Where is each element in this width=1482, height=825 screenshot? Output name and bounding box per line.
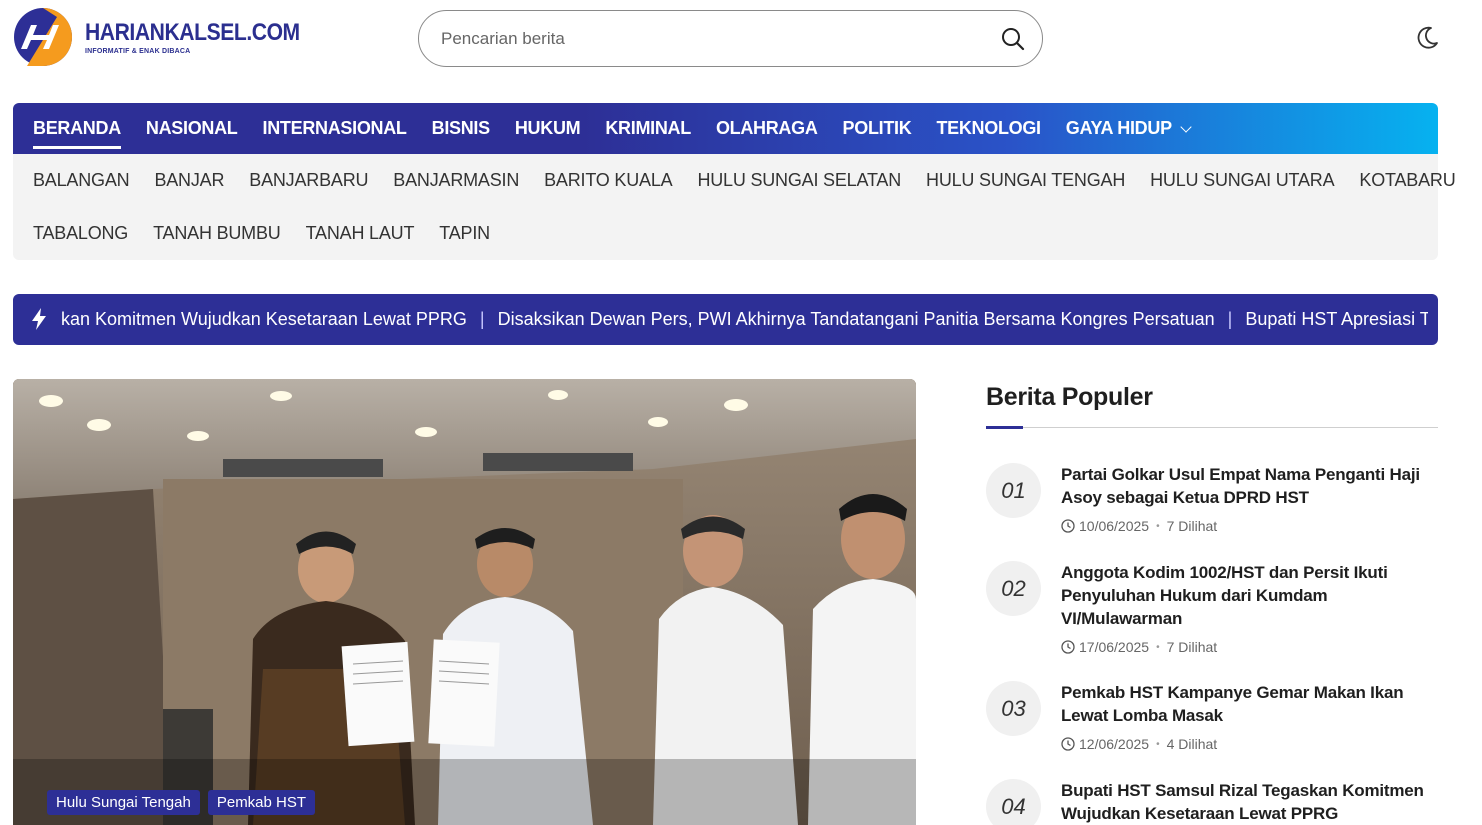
moon-icon[interactable]	[1413, 24, 1441, 52]
popular-item-date: 12/06/2025	[1079, 736, 1150, 752]
region-item-tanah-bumbu[interactable]: TANAH BUMBU	[153, 223, 281, 244]
popular-item-date: 10/06/2025	[1079, 518, 1150, 534]
popular-item-date: 17/06/2025	[1079, 639, 1150, 655]
region-item-tapin[interactable]: TAPIN	[439, 223, 490, 244]
ticker-separator: |	[479, 309, 485, 329]
logo-name: HARIANKALSEL.COM	[85, 19, 300, 46]
tag-hulu-sungai-tengah[interactable]: Hulu Sungai Tengah	[47, 790, 200, 815]
nav-item-hukum[interactable]: HUKUM	[515, 103, 581, 154]
popular-rank: 04	[986, 779, 1041, 825]
popular-rank: 03	[986, 681, 1041, 736]
region-nav-row: TABALONG TANAH BUMBU TANAH LAUT TAPIN	[13, 207, 1438, 260]
popular-item-views: 4 Dilihat	[1166, 736, 1218, 752]
popular-item-views: 7 Dilihat	[1166, 639, 1218, 655]
site-header: HARIANKALSEL.COM INFORMATIF & ENAK DIBAC…	[0, 0, 1482, 103]
nav-item-politik[interactable]: POLITIK	[843, 103, 912, 154]
region-item-tanah-laut[interactable]: TANAH LAUT	[306, 223, 415, 244]
region-item-banjar[interactable]: BANJAR	[154, 170, 224, 191]
nav-item-gaya-hidup[interactable]: GAYA HIDUP	[1065, 103, 1192, 154]
search-bar	[418, 10, 1043, 67]
region-item-barito-kuala[interactable]: BARITO KUALA	[544, 170, 673, 191]
region-nav-row: BALANGAN BANJAR BANJARBARU BANJARMASIN B…	[13, 154, 1456, 207]
region-item-balangan[interactable]: BALANGAN	[33, 170, 130, 191]
popular-item-meta: 17/06/2025 • 7 Dilihat	[1061, 639, 1438, 655]
region-item-banjarmasin[interactable]: BANJARMASIN	[393, 170, 519, 191]
popular-rank: 02	[986, 561, 1041, 616]
clock-icon	[1061, 519, 1075, 533]
nav-item-kriminal[interactable]: KRIMINAL	[605, 103, 691, 154]
clock-icon	[1061, 640, 1075, 654]
nav-item-teknologi[interactable]: TEKNOLOGI	[936, 103, 1041, 154]
search-icon[interactable]	[1000, 26, 1026, 52]
news-ticker: kan Komitmen Wujudkan Kesetaraan Lewat P…	[13, 294, 1438, 345]
region-nav: BALANGAN BANJAR BANJARBARU BANJARMASIN B…	[13, 154, 1456, 260]
featured-article-image[interactable]: Hulu Sungai Tengah Pemkab HST	[13, 379, 916, 825]
popular-item-title[interactable]: Bupati HST Samsul Rizal Tegaskan Komitme…	[1061, 779, 1438, 825]
region-item-kotabaru[interactable]: KOTABARU	[1359, 170, 1455, 191]
ticker-separator: |	[1227, 309, 1233, 329]
nav-item-beranda[interactable]: BERANDA	[33, 103, 121, 154]
nav-item-nasional[interactable]: NASIONAL	[146, 103, 238, 154]
title-divider	[986, 426, 1438, 429]
tag-pemkab-hst[interactable]: Pemkab HST	[207, 790, 316, 815]
lightning-icon	[31, 308, 47, 330]
popular-item-title[interactable]: Anggota Kodim 1002/HST dan Persit Ikuti …	[1061, 561, 1438, 630]
site-logo[interactable]: HARIANKALSEL.COM INFORMATIF & ENAK DIBAC…	[13, 7, 329, 67]
nav-item-internasional[interactable]: INTERNASIONAL	[263, 103, 407, 154]
region-item-hulu-sungai-utara[interactable]: HULU SUNGAI UTARA	[1150, 170, 1334, 191]
article-tags: Hulu Sungai Tengah Pemkab HST	[47, 790, 323, 815]
nav-item-olahraga[interactable]: OLAHRAGA	[716, 103, 818, 154]
region-item-hulu-sungai-tengah[interactable]: HULU SUNGAI TENGAH	[926, 170, 1125, 191]
nav-item-gaya-hidup-label: GAYA HIDUP	[1065, 118, 1172, 138]
region-item-banjarbaru[interactable]: BANJARBARU	[249, 170, 368, 191]
nav-item-bisnis[interactable]: BISNIS	[432, 103, 491, 154]
popular-item-meta: 12/06/2025 • 4 Dilihat	[1061, 736, 1438, 752]
logo-mark-icon	[13, 7, 73, 67]
ticker-item[interactable]: Disaksikan Dewan Pers, PWI Akhirnya Tand…	[498, 294, 1215, 345]
main-nav: BERANDA NASIONAL INTERNASIONAL BISNIS HU…	[13, 103, 1438, 154]
region-item-tabalong[interactable]: TABALONG	[33, 223, 128, 244]
ticker-item[interactable]: Bupati HST Apresiasi Tiga Pen	[1245, 294, 1428, 345]
region-item-hulu-sungai-selatan[interactable]: HULU SUNGAI SELATAN	[697, 170, 901, 191]
ticker-item[interactable]: kan Komitmen Wujudkan Kesetaraan Lewat P…	[61, 294, 467, 345]
popular-item-views: 7 Dilihat	[1166, 518, 1218, 534]
logo-tagline: INFORMATIF & ENAK DIBACA	[85, 48, 191, 55]
popular-news-sidebar: Berita Populer 01 Partai Golkar Usul Emp…	[986, 379, 1438, 825]
chevron-down-icon	[1180, 121, 1192, 133]
popular-news-title: Berita Populer	[986, 383, 1153, 411]
clock-icon	[1061, 737, 1075, 751]
popular-item-title[interactable]: Pemkab HST Kampanye Gemar Makan Ikan Lew…	[1061, 681, 1438, 727]
search-input[interactable]	[441, 25, 981, 53]
popular-item-meta: 10/06/2025 • 7 Dilihat	[1061, 518, 1438, 534]
popular-item-title[interactable]: Partai Golkar Usul Empat Nama Penganti H…	[1061, 463, 1438, 509]
popular-rank: 01	[986, 463, 1041, 518]
